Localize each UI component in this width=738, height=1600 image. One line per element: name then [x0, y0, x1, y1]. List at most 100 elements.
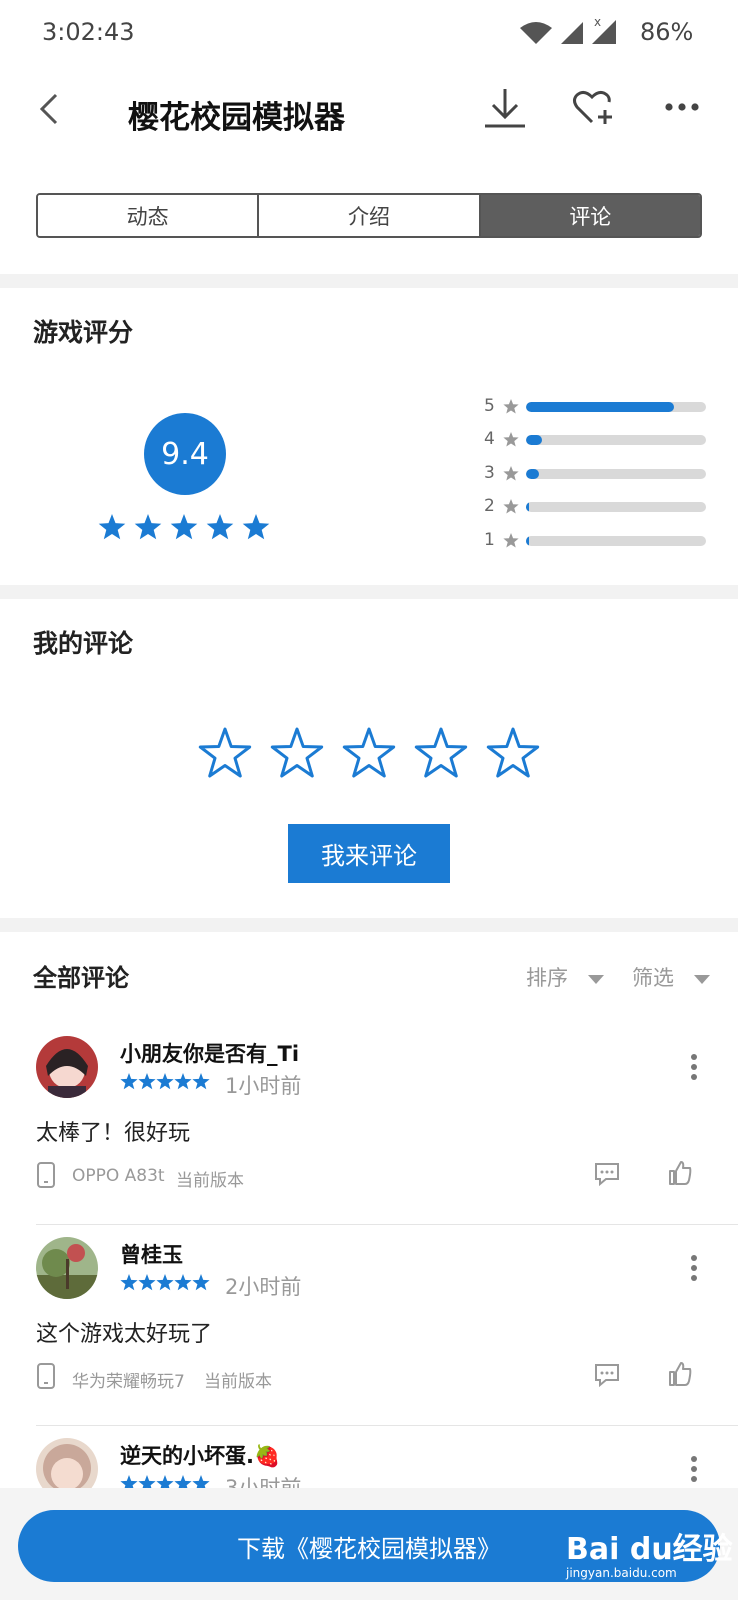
- rate-star-5[interactable]: [485, 725, 541, 781]
- review-version: 当前版本: [176, 1171, 244, 1191]
- star-icon: [156, 1475, 174, 1488]
- review-device: OPPO A83t: [72, 1166, 165, 1186]
- rating-bar-fill: [526, 502, 529, 513]
- rating-level-label: 1: [484, 529, 495, 550]
- rating-bar-track: [526, 535, 706, 546]
- phone-icon: [37, 1363, 55, 1389]
- my-rating-stars: [197, 725, 541, 781]
- rating-bar-fill: [526, 435, 543, 446]
- more-vertical-icon[interactable]: [690, 1255, 698, 1281]
- tab-reviews[interactable]: 评论: [480, 195, 700, 236]
- section-divider: [0, 585, 738, 599]
- review-time: 2小时前: [225, 1275, 302, 1299]
- signal-icon: [561, 22, 583, 44]
- rate-star-4[interactable]: [413, 725, 469, 781]
- rating-bar-track: [526, 402, 706, 412]
- comment-icon[interactable]: [594, 1162, 620, 1186]
- review-username[interactable]: 曾桂玉: [120, 1239, 183, 1269]
- star-icon: [174, 1274, 192, 1291]
- back-icon[interactable]: [36, 92, 64, 126]
- review-stars: [120, 1475, 210, 1488]
- star-icon: [206, 514, 234, 540]
- star-icon: [170, 514, 198, 540]
- rate-star-3[interactable]: [341, 725, 397, 781]
- like-icon[interactable]: [668, 1361, 692, 1387]
- tab-intro[interactable]: 介绍: [259, 195, 481, 236]
- filter-label: 筛选: [632, 966, 674, 990]
- star-icon: [503, 499, 519, 514]
- rating-bar-fill: [526, 468, 539, 479]
- filter-dropdown[interactable]: 筛选: [632, 962, 711, 992]
- rating-level-label: 4: [484, 429, 495, 450]
- avatar[interactable]: [36, 1237, 98, 1299]
- rating-bar-track: [526, 435, 706, 446]
- review-text: 太棒了！很好玩: [36, 1121, 191, 1146]
- review-username[interactable]: 小朋友你是否有_Ti: [120, 1038, 299, 1068]
- rate-star-1[interactable]: [197, 725, 253, 781]
- more-vertical-icon[interactable]: [690, 1456, 698, 1482]
- rating-bar-row: 2: [484, 496, 706, 518]
- write-review-button[interactable]: 我来评论: [288, 824, 450, 883]
- like-icon[interactable]: [668, 1160, 692, 1186]
- review-item: 小朋友你是否有_Ti 1小时前 太棒了！很好玩 OPPO A83t 当前版本: [0, 1036, 738, 1236]
- review-stars: [120, 1073, 210, 1090]
- status-time: 3:02:43: [42, 18, 135, 46]
- review-time: 1小时前: [225, 1074, 302, 1098]
- favorite-add-icon[interactable]: [572, 88, 616, 128]
- star-icon: [242, 514, 270, 540]
- status-bar: 3:02:43 x 86%: [0, 0, 738, 66]
- rating-bar-row: 5: [484, 396, 706, 418]
- download-icon[interactable]: [482, 86, 528, 130]
- phone-icon: [37, 1162, 55, 1188]
- section-divider: [0, 274, 738, 288]
- star-icon: [120, 1073, 138, 1090]
- overall-score: 9.4: [144, 413, 226, 495]
- more-vertical-icon[interactable]: [690, 1054, 698, 1080]
- rating-bar-row: 3: [484, 463, 706, 485]
- chevron-down-icon: [693, 975, 710, 984]
- rating-section-title: 游戏评分: [33, 318, 134, 347]
- star-icon: [138, 1073, 156, 1090]
- rating-level-label: 5: [484, 396, 495, 416]
- score-value: 9.4: [161, 436, 209, 472]
- overall-stars: [98, 514, 270, 540]
- comment-icon[interactable]: [594, 1363, 620, 1387]
- star-icon: [138, 1475, 156, 1488]
- review-stars: [120, 1274, 210, 1291]
- star-icon: [98, 514, 126, 540]
- star-icon: [503, 432, 519, 447]
- page-title: 樱花校园模拟器: [128, 100, 345, 136]
- tab-updates[interactable]: 动态: [38, 195, 260, 236]
- battery-level: 86%: [640, 18, 694, 46]
- avatar[interactable]: [36, 1438, 98, 1488]
- rating-bar-track: [526, 468, 706, 479]
- review-divider: [36, 1224, 738, 1225]
- review-version: 当前版本: [204, 1372, 272, 1392]
- star-icon: [120, 1475, 138, 1488]
- more-options-icon[interactable]: [664, 102, 700, 112]
- star-icon: [120, 1274, 138, 1291]
- chevron-down-icon: [587, 975, 604, 984]
- tab-bar: 动态 介绍 评论: [36, 193, 702, 238]
- star-icon: [156, 1274, 174, 1291]
- star-icon: [192, 1073, 210, 1090]
- review-item: 曾桂玉 2小时前 这个游戏太好玩了 华为荣耀畅玩7 当前版本: [0, 1237, 738, 1437]
- rating-bar-row: 4: [484, 429, 706, 451]
- app-header: 樱花校园模拟器: [0, 66, 738, 176]
- signal-no-data-icon: x: [592, 15, 616, 44]
- all-reviews-title: 全部评论: [33, 964, 129, 992]
- rating-level-label: 2: [484, 496, 495, 517]
- watermark-logo: Bai du经验: [566, 1532, 733, 1567]
- review-item: 逆天的小坏蛋.🍓 3小时前: [0, 1438, 738, 1488]
- review-text: 这个游戏太好玩了: [36, 1322, 213, 1347]
- review-username[interactable]: 逆天的小坏蛋.🍓: [120, 1440, 280, 1470]
- sort-label: 排序: [526, 966, 568, 990]
- review-time: 3小时前: [225, 1476, 302, 1488]
- rating-bar-track: [526, 502, 706, 513]
- rate-star-2[interactable]: [269, 725, 325, 781]
- avatar[interactable]: [36, 1036, 98, 1098]
- svg-text:x: x: [594, 15, 601, 29]
- watermark-url: jingyan.baidu.com: [566, 1566, 677, 1580]
- my-review-title: 我的评论: [33, 629, 134, 658]
- sort-dropdown[interactable]: 排序: [526, 962, 605, 992]
